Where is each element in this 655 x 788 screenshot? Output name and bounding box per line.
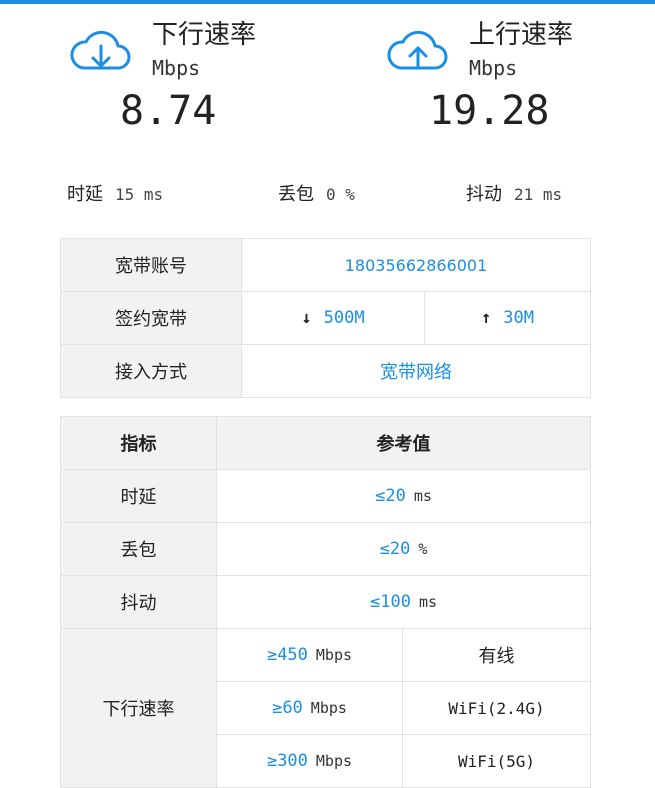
plan-download-value: 500M [323, 308, 365, 328]
ref-connection-wired: 有线 [402, 628, 591, 682]
ref-download-wifi5-value: ≥300 [266, 751, 308, 771]
packet-loss-stat: 丢包 0 % [278, 180, 355, 206]
ref-jitter-value: ≤100 [369, 592, 411, 612]
plan-upload-cell: ↑ 30M [423, 291, 592, 345]
ref-latency-cell: ≤20 ms [216, 469, 591, 523]
stats-row: 时延 15 ms 丢包 0 % 抖动 21 ms [0, 180, 655, 210]
ref-download-label: 下行速率 [60, 628, 217, 788]
latency-label: 时延 [67, 184, 103, 205]
ref-loss-unit: % [418, 540, 428, 558]
plan-download-cell: ↓ 500M [241, 291, 425, 345]
table-row: 抖动 ≤100 ms [60, 575, 591, 629]
access-method-label: 接入方式 [60, 344, 242, 398]
access-method-value: 宽带网络 [240, 344, 592, 398]
ref-download-wifi24-unit: Mbps [310, 699, 347, 717]
packet-loss-value: 0 % [326, 185, 355, 204]
ref-loss-label: 丢包 [60, 522, 217, 576]
ref-jitter-label: 抖动 [60, 575, 217, 629]
packet-loss-label: 丢包 [278, 184, 314, 205]
plan-label: 签约宽带 [60, 291, 242, 345]
plan-upload-value: 30M [503, 308, 534, 328]
jitter-stat: 抖动 21 ms [466, 180, 562, 206]
ref-jitter-unit: ms [418, 593, 437, 611]
latency-value: 15 ms [115, 185, 164, 204]
table-header-row: 指标 参考值 [60, 416, 591, 470]
table-row: 时延 ≤20 ms [60, 469, 591, 523]
ref-connection-wifi5: WiFi(5G) [402, 734, 591, 788]
ref-latency-value: ≤20 [375, 486, 406, 506]
ref-loss-value: ≤20 [379, 539, 411, 559]
top-accent-bar [0, 0, 655, 4]
ref-jitter-cell: ≤100 ms [216, 575, 591, 629]
ref-download-wired-cell: ≥450 Mbps [216, 628, 403, 682]
upload-value: 19.28 [429, 88, 550, 134]
cloud-upload-icon [387, 30, 448, 70]
account-label: 宽带账号 [60, 238, 242, 292]
download-unit: Mbps [152, 56, 201, 80]
table-row: 接入方式 宽带网络 [60, 344, 592, 398]
cloud-download-icon [70, 30, 131, 70]
arrow-down-icon: ↓ [301, 308, 312, 328]
account-number: 18035662866001 [240, 238, 592, 292]
table-row: 下行速率 ≥450 Mbps 有线 [60, 628, 591, 788]
download-speed-panel: 下行速率 Mbps 8.74 [68, 12, 308, 142]
ref-download-wired-value: ≥450 [266, 645, 308, 665]
jitter-label: 抖动 [466, 184, 502, 205]
upload-title: 上行速率 [469, 20, 574, 50]
table-row: 宽带账号 18035662866001 [60, 238, 592, 292]
header-reference-value: 参考值 [216, 416, 591, 470]
ref-latency-label: 时延 [60, 469, 217, 523]
ref-loss-cell: ≤20% [216, 522, 591, 576]
ref-latency-unit: ms [413, 487, 432, 505]
jitter-value: 21 ms [514, 185, 563, 204]
ref-connection-wifi24: WiFi(2.4G) [402, 681, 591, 735]
download-value: 8.74 [120, 88, 217, 134]
ref-download-wifi24-cell: ≥60 Mbps [216, 681, 403, 735]
ref-download-wired-unit: Mbps [315, 646, 353, 664]
arrow-up-icon: ↑ [481, 308, 492, 328]
download-title: 下行速率 [152, 20, 257, 50]
table-row: 丢包 ≤20% [60, 522, 591, 576]
upload-speed-panel: 上行速率 Mbps 19.28 [385, 12, 625, 142]
header-metric: 指标 [60, 416, 217, 470]
ref-download-wifi24-value: ≥60 [272, 698, 303, 718]
ref-download-wifi5-cell: ≥300 Mbps [216, 734, 403, 788]
ref-download-wifi5-unit: Mbps [315, 752, 353, 770]
upload-unit: Mbps [469, 56, 518, 80]
table-row: 签约宽带 ↓ 500M ↑ 30M [60, 291, 592, 345]
latency-stat: 时延 15 ms [67, 180, 163, 206]
account-info-table: 宽带账号 18035662866001 签约宽带 ↓ 500M ↑ 30M 接入方式… [60, 238, 592, 398]
reference-values-table: 指标 参考值 时延 ≤20 ms 丢包 ≤20% 抖动 ≤100 ms 下行速率 ≥… [60, 416, 591, 788]
